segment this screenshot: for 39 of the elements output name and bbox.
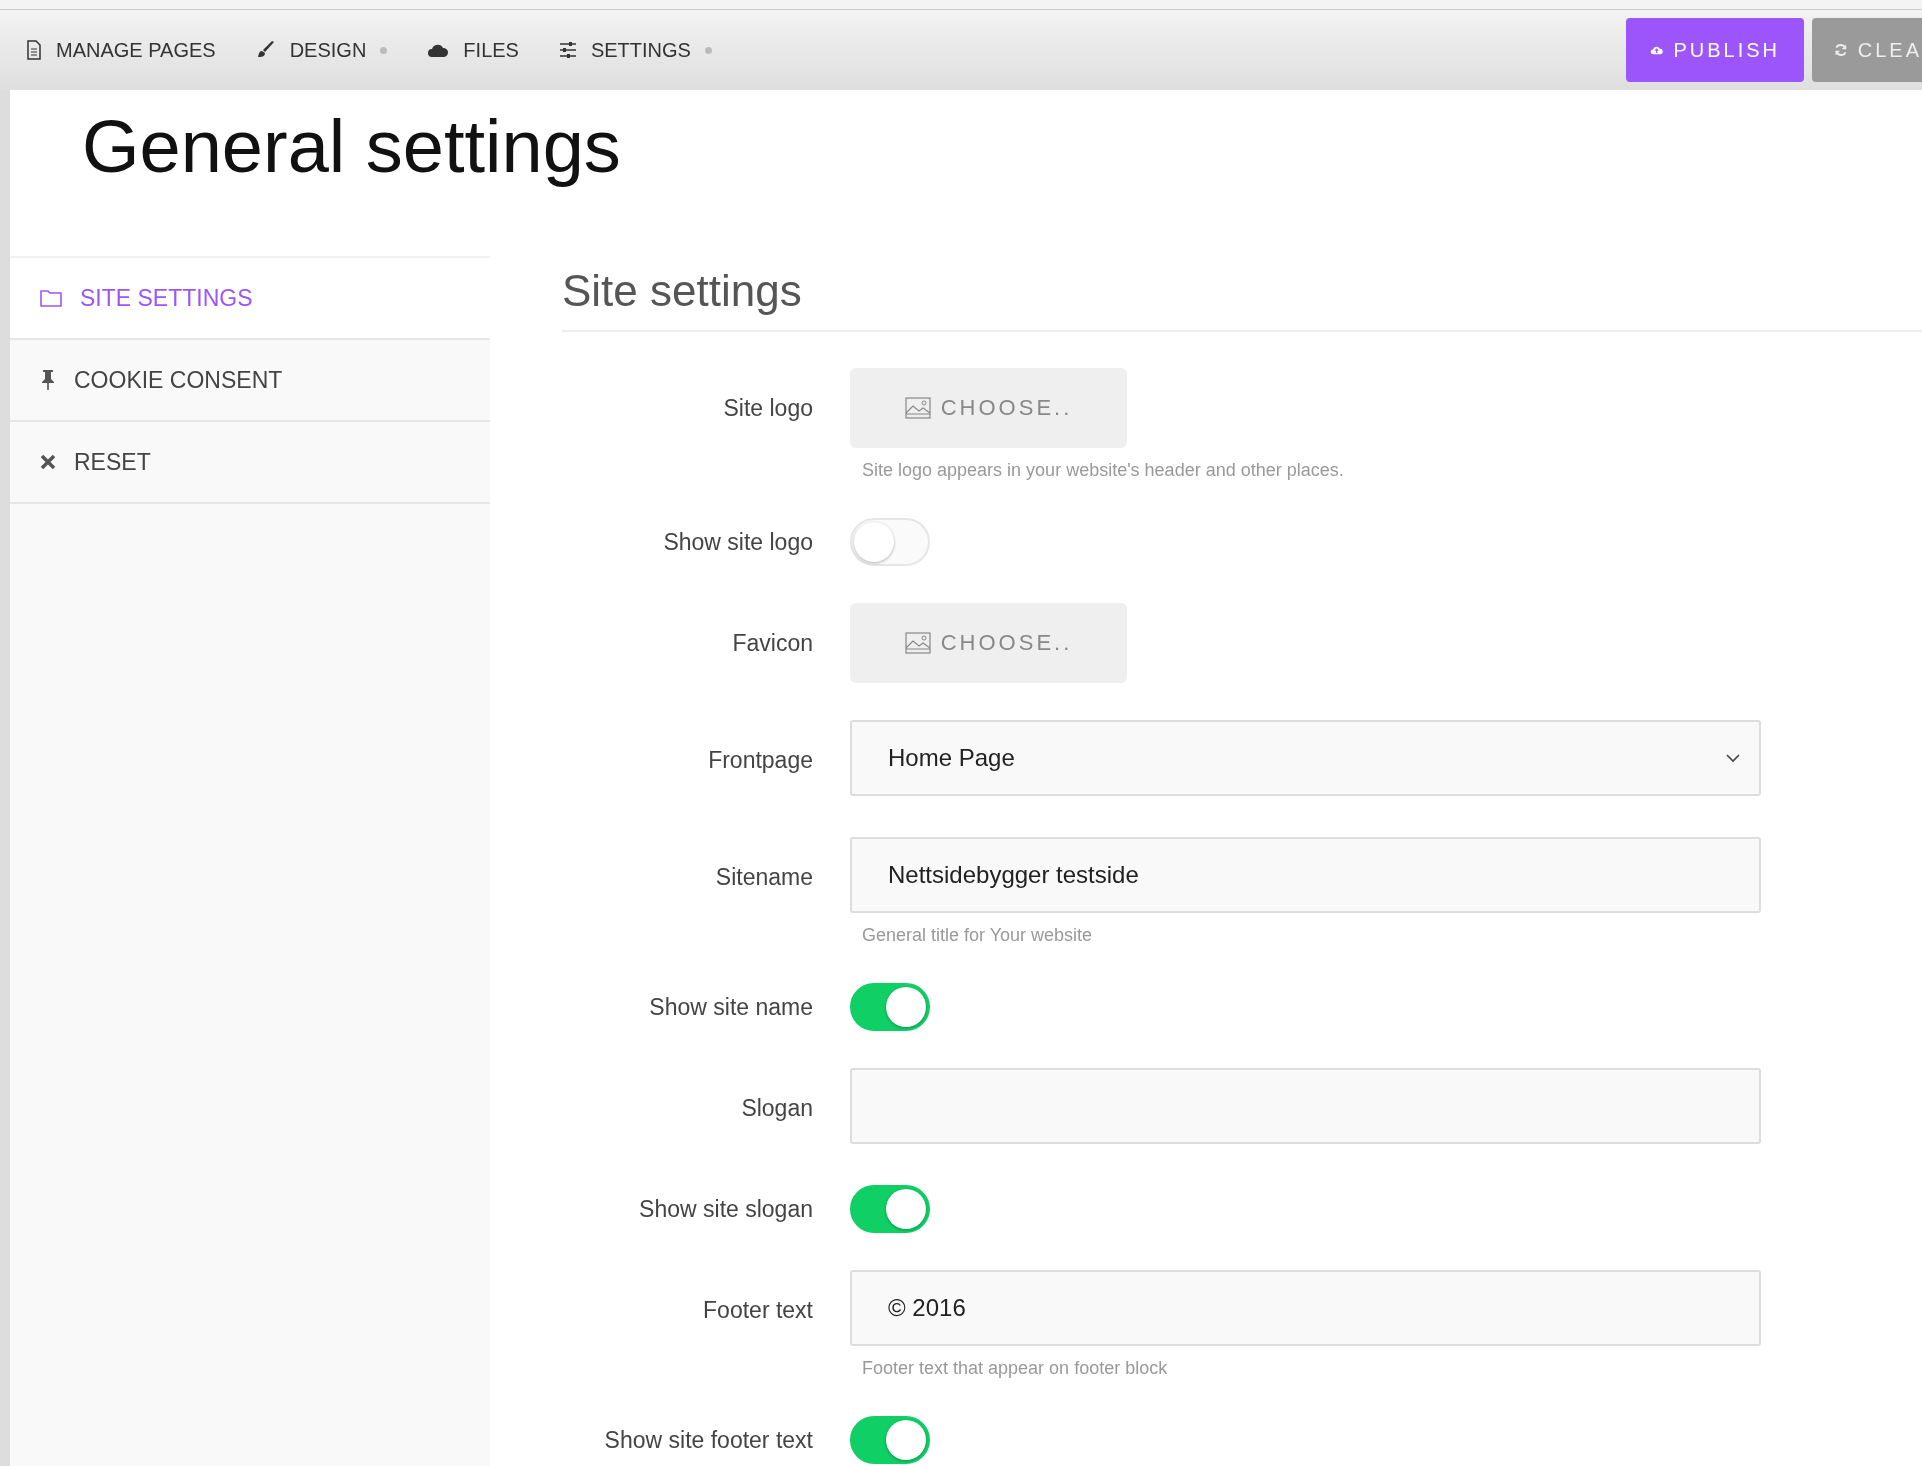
- toolbar-item[interactable]: MANAGE PAGES: [26, 38, 216, 62]
- folder-icon: [40, 289, 62, 307]
- field-label: Favicon: [731, 629, 813, 658]
- help-text: Site logo appears in your website's header and other places.: [862, 460, 1344, 481]
- text-input[interactable]: © 2016: [850, 1270, 1761, 1346]
- brush-icon: [255, 40, 276, 60]
- toggle-switch[interactable]: [850, 983, 930, 1031]
- field-label: Frontpage: [707, 746, 813, 775]
- refresh-icon: [1834, 41, 1848, 59]
- text-input[interactable]: [850, 1068, 1761, 1144]
- toolbar-item[interactable]: SETTINGS: [558, 38, 712, 62]
- toggle-switch[interactable]: [850, 1416, 930, 1464]
- document-icon: [26, 40, 42, 60]
- chevron-down-icon: [1725, 753, 1741, 763]
- section-title: Site settings: [562, 256, 1922, 332]
- toggle-switch[interactable]: [850, 1185, 930, 1233]
- field-label: Footer text: [702, 1296, 813, 1325]
- text-input[interactable]: Nettsidebygger testside: [850, 837, 1761, 913]
- close-icon: [40, 454, 56, 470]
- cloud-icon: [427, 42, 450, 58]
- image-icon: [904, 632, 931, 654]
- pin-icon: [40, 369, 56, 391]
- field-label: Show site footer text: [603, 1426, 813, 1455]
- field-label: Show site logo: [662, 528, 813, 557]
- page-title: General settings: [81, 104, 622, 190]
- toolbar-item[interactable]: FILES: [427, 38, 519, 62]
- field-label: Site logo: [722, 394, 813, 423]
- field-label: Show site name: [648, 993, 813, 1022]
- field-label: Show site slogan: [638, 1195, 813, 1224]
- publish-button[interactable]: PUBLISH: [1626, 18, 1804, 82]
- sidebar-item[interactable]: SITE SETTINGS: [10, 258, 490, 340]
- frontpage-select[interactable]: Home Page: [850, 720, 1761, 796]
- sliders-icon: [558, 41, 577, 59]
- toolbar-item[interactable]: DESIGN: [255, 38, 388, 62]
- help-text: General title for Your website: [862, 925, 1094, 946]
- field-label: Sitename: [714, 863, 813, 892]
- help-text: Footer text that appear on footer block: [862, 1358, 1169, 1379]
- image-icon: [904, 397, 931, 419]
- field-label: Slogan: [740, 1094, 813, 1123]
